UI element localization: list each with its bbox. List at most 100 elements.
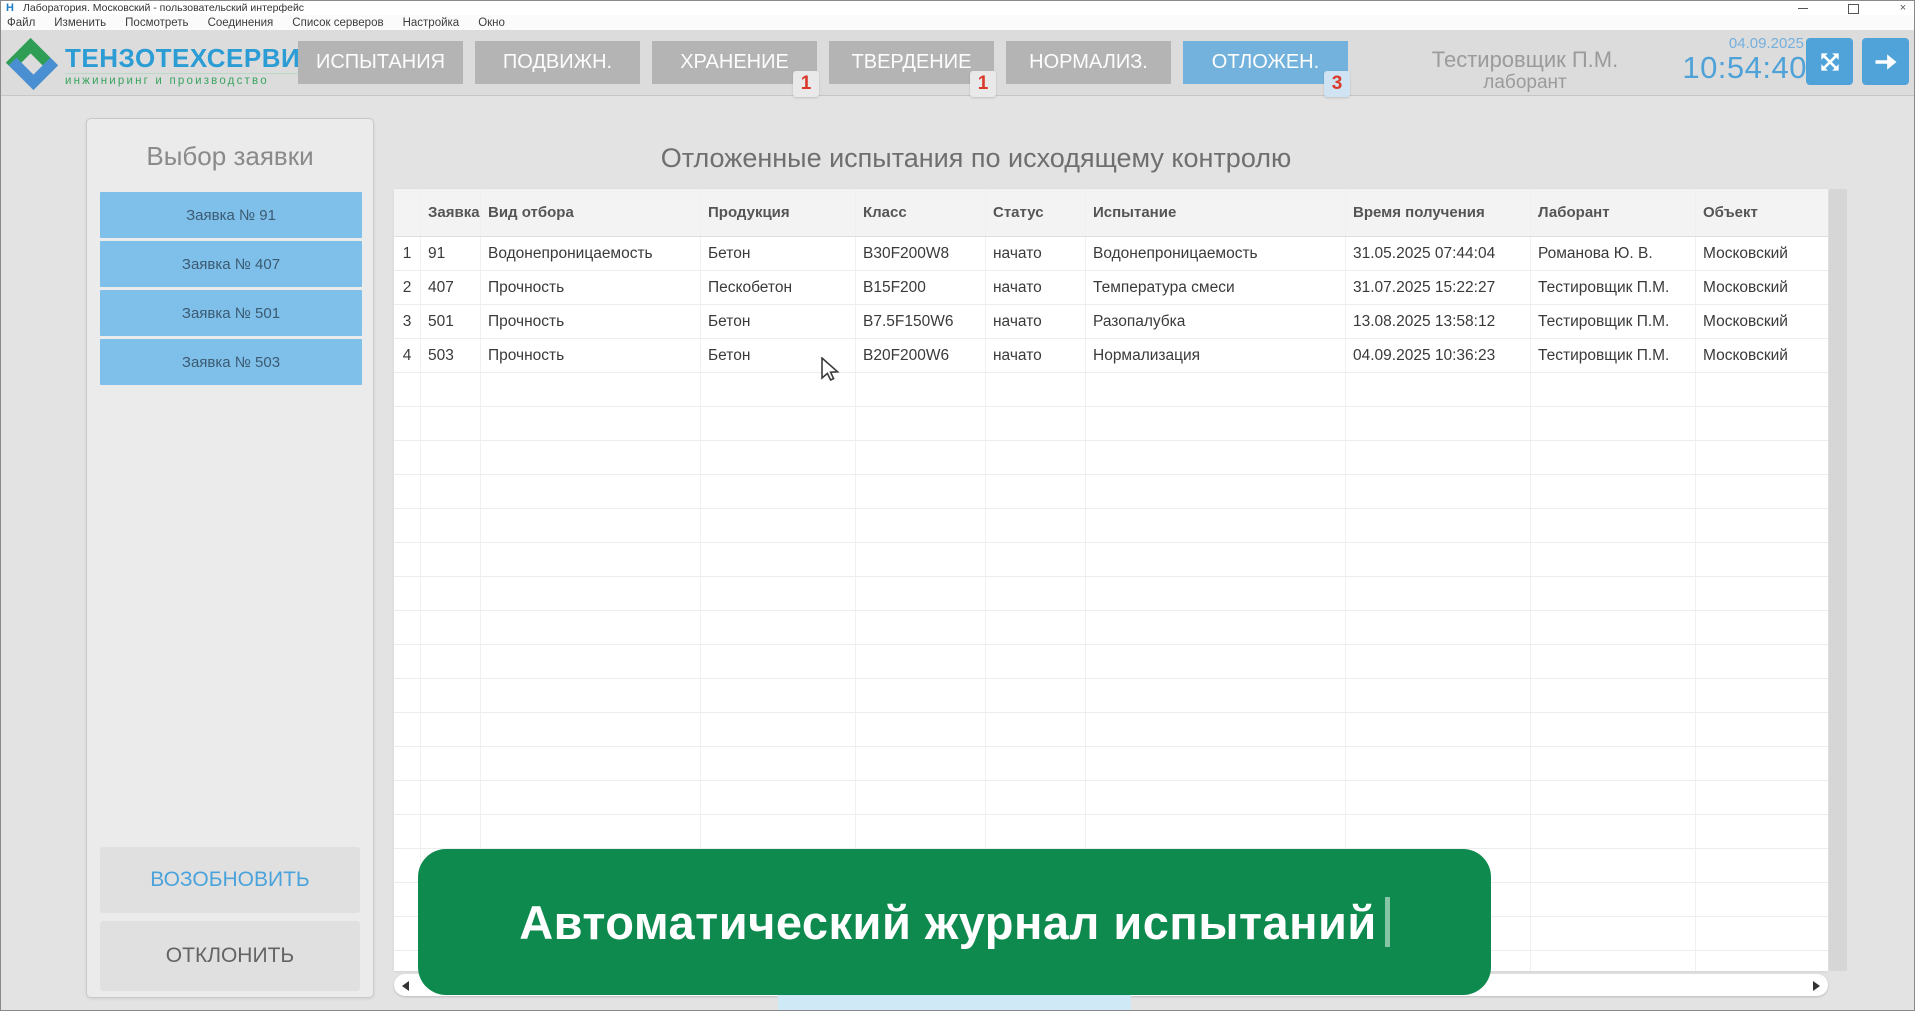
table-cell-empty: [394, 917, 421, 950]
table-cell-empty: [1346, 543, 1531, 576]
resume-button[interactable]: ВОЗОБНОВИТЬ: [100, 847, 360, 913]
table-row[interactable]: 2407ПрочностьПескобетонB15F200начатоТемп…: [394, 271, 1828, 305]
menu-item-настройка[interactable]: Настройка: [403, 17, 460, 29]
table-cell: Тестировщик П.М.: [1531, 271, 1696, 304]
column-header[interactable]: Время получения: [1346, 189, 1531, 236]
table-cell-empty: [1696, 577, 1828, 610]
table-cell-empty: [1531, 849, 1696, 882]
tab-испытания[interactable]: ИСПЫТАНИЯ: [298, 41, 463, 84]
column-header[interactable]: Заявка: [421, 189, 481, 236]
table-cell-empty: [1086, 407, 1346, 440]
logo-name: ТЕНЗОТЕХСЕРВИС: [65, 45, 319, 71]
table-cell-empty: [394, 713, 421, 746]
table-cell-empty: [421, 679, 481, 712]
table-cell: Московский: [1696, 271, 1828, 304]
column-header[interactable]: Статус: [986, 189, 1086, 236]
table-cell-empty: [481, 611, 701, 644]
table-cell-empty: [1531, 645, 1696, 678]
column-header[interactable]: Лаборант: [1531, 189, 1696, 236]
column-header[interactable]: Класс: [856, 189, 986, 236]
menu-item-окно[interactable]: Окно: [478, 17, 505, 29]
table-cell-empty: [986, 373, 1086, 406]
table-cell-empty: [701, 781, 856, 814]
tab-badge: 3: [1324, 71, 1350, 97]
table-cell-empty: [481, 441, 701, 474]
window-controls: ×: [1796, 1, 1910, 15]
table-cell-empty: [701, 679, 856, 712]
table-cell-empty: [481, 509, 701, 542]
table-cell-empty: [1346, 611, 1531, 644]
header: ТЕНЗОТЕХСЕРВИС инжиниринг и производство…: [1, 30, 1915, 96]
table-cell-empty: [701, 645, 856, 678]
request-panel-title: Выбор заявки: [87, 141, 373, 172]
table-cell-empty: [986, 781, 1086, 814]
window-titlebar: Н Лаборатория. Московский - пользователь…: [1, 1, 1915, 15]
column-header[interactable]: Вид отбора: [481, 189, 701, 236]
table-cell-empty: [986, 747, 1086, 780]
decline-button[interactable]: ОТКЛОНИТЬ: [100, 921, 360, 991]
table-cell: Тестировщик П.М.: [1531, 305, 1696, 338]
close-icon[interactable]: ×: [1896, 2, 1910, 14]
maximize-icon[interactable]: [1846, 2, 1860, 14]
table-cell-empty: [1346, 713, 1531, 746]
request-list: Заявка № 91Заявка № 407Заявка № 501Заявк…: [100, 192, 362, 388]
column-header[interactable]: Продукция: [701, 189, 856, 236]
table-row[interactable]: 3501ПрочностьБетонB7.5F150W6начатоРазопа…: [394, 305, 1828, 339]
table-cell-empty: [394, 951, 421, 971]
table-row-empty: [394, 645, 1828, 679]
table-cell: Романова Ю. В.: [1531, 237, 1696, 270]
column-header[interactable]: Объект: [1696, 189, 1828, 236]
scroll-left-icon[interactable]: [402, 981, 409, 991]
table-cell-empty: [481, 543, 701, 576]
table-cell-empty: [856, 475, 986, 508]
table-cell-empty: [1696, 645, 1828, 678]
table-row-empty: [394, 611, 1828, 645]
table-cell: 04.09.2025 10:36:23: [1346, 339, 1531, 372]
table-row[interactable]: 4503ПрочностьБетонB20F200W6начатоНормали…: [394, 339, 1828, 373]
tab-label: ИСПЫТАНИЯ: [316, 51, 445, 74]
table-row[interactable]: 191ВодонепроницаемостьБетонB30F200W8нача…: [394, 237, 1828, 271]
tab-хранение[interactable]: ХРАНЕНИЕ1: [652, 41, 817, 84]
table-cell-empty: [986, 475, 1086, 508]
tab-нормализ[interactable]: НОРМАЛИЗ.: [1006, 41, 1171, 84]
caption-banner: Автоматический журнал испытаний: [418, 849, 1491, 995]
tab-твердение[interactable]: ТВЕРДЕНИЕ1: [829, 41, 994, 84]
tab-подвижн[interactable]: ПОДВИЖН.: [475, 41, 640, 84]
table-cell-empty: [1531, 781, 1696, 814]
table-cell: B15F200: [856, 271, 986, 304]
exit-button[interactable]: [1862, 38, 1909, 85]
table-cell: 501: [421, 305, 481, 338]
table-cell-empty: [481, 645, 701, 678]
menu-item-соединения[interactable]: Соединения: [208, 17, 274, 29]
table-cell-empty: [856, 781, 986, 814]
menu-item-изменить[interactable]: Изменить: [54, 17, 106, 29]
table-cell-empty: [986, 543, 1086, 576]
request-button[interactable]: Заявка № 501: [100, 290, 362, 336]
table-cell-empty: [394, 849, 421, 882]
table-cell: Прочность: [481, 339, 701, 372]
table-cell-empty: [701, 611, 856, 644]
column-header[interactable]: Испытание: [1086, 189, 1346, 236]
table-cell-empty: [986, 509, 1086, 542]
vertical-scrollbar[interactable]: [1829, 189, 1847, 971]
request-button[interactable]: Заявка № 91: [100, 192, 362, 238]
fullscreen-button[interactable]: [1806, 38, 1853, 85]
request-button[interactable]: Заявка № 407: [100, 241, 362, 287]
table-cell-empty: [1346, 577, 1531, 610]
menu-item-файл[interactable]: Файл: [7, 17, 35, 29]
expand-arrows-icon: [1817, 49, 1843, 75]
table-cell-empty: [1086, 713, 1346, 746]
table-header-row: ЗаявкаВид отбораПродукцияКлассСтатусИспы…: [394, 189, 1828, 237]
table-cell-empty: [1531, 611, 1696, 644]
table-cell-empty: [856, 679, 986, 712]
minimize-icon[interactable]: [1796, 2, 1810, 14]
table-cell-empty: [1086, 611, 1346, 644]
menu-item-список-серверов[interactable]: Список серверов: [292, 17, 383, 29]
scroll-right-icon[interactable]: [1813, 981, 1820, 991]
table-cell-empty: [481, 815, 701, 848]
table-cell-empty: [421, 475, 481, 508]
table-cell-empty: [1696, 713, 1828, 746]
tab-отложен[interactable]: ОТЛОЖЕН.3: [1183, 41, 1348, 84]
menu-item-посмотреть[interactable]: Посмотреть: [125, 17, 188, 29]
request-button[interactable]: Заявка № 503: [100, 339, 362, 385]
